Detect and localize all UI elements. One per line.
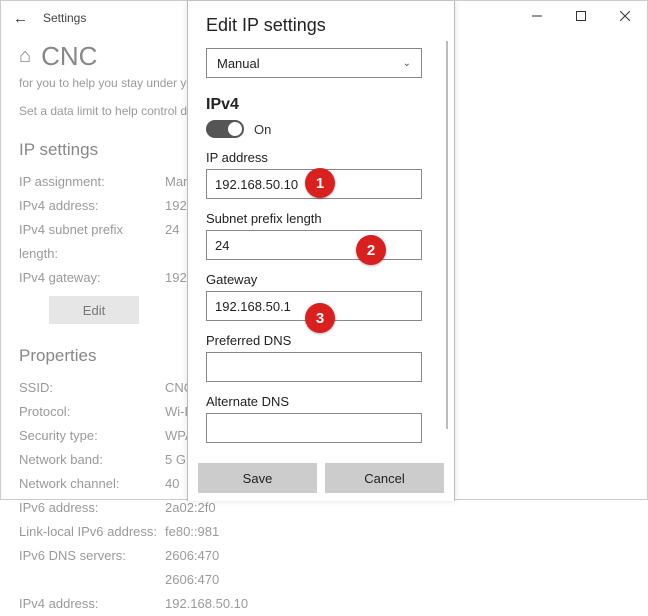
kv-key: IPv4 subnet prefix length: [19,218,165,266]
kv-value: 192.168.50.10 [165,592,248,616]
alternate-dns-input[interactable] [206,413,422,443]
annotation-marker-2: 2 [356,235,386,265]
annotation-marker-1: 1 [305,168,335,198]
kv-key: Network band: [19,448,165,472]
window-title: Settings [37,11,86,25]
cancel-button[interactable]: Cancel [325,463,444,493]
edit-button[interactable]: Edit [49,296,139,324]
home-icon: ⌂ [19,45,31,68]
alternate-dns-label: Alternate DNS [206,394,432,409]
kv-key: Network channel: [19,472,165,496]
ipv4-toggle[interactable] [206,120,244,138]
kv-row: IPv6 DNS servers:2606:470 [19,544,629,568]
toggle-state: On [254,122,271,137]
kv-value: 2606:470 [165,544,219,568]
back-icon[interactable]: ← [13,10,37,27]
kv-value: 24 [165,218,179,266]
kv-key: SSID: [19,376,165,400]
kv-key: IPv6 DNS servers: [19,544,165,568]
dialog-title: Edit IP settings [206,15,432,36]
subnet-label: Subnet prefix length [206,211,432,226]
kv-key: IPv4 gateway: [19,266,165,290]
kv-row: IPv4 address:192.168.50.10 [19,592,629,616]
kv-value: fe80::981 [165,520,219,544]
subnet-input[interactable] [206,230,422,260]
save-button[interactable]: Save [198,463,317,493]
scrollbar[interactable] [446,41,448,429]
gateway-label: Gateway [206,272,432,287]
kv-key: IP assignment: [19,170,165,194]
kv-row: 2606:470 [19,568,629,592]
mode-select[interactable]: Manual ⌄ [206,48,422,78]
ip-address-label: IP address [206,150,432,165]
preferred-dns-input[interactable] [206,352,422,382]
kv-key: IPv4 address: [19,194,165,218]
maximize-button[interactable] [559,1,603,31]
preferred-dns-label: Preferred DNS [206,333,432,348]
minimize-button[interactable] [515,1,559,31]
close-button[interactable] [603,1,647,31]
kv-key: Security type: [19,424,165,448]
annotation-marker-3: 3 [305,303,335,333]
kv-row: Link-local IPv6 address:fe80::981 [19,520,629,544]
kv-value: 40 [165,472,179,496]
kv-key: Link-local IPv6 address: [19,520,165,544]
edit-ip-dialog: Edit IP settings Manual ⌄ IPv4 On IP add… [187,1,455,501]
mode-value: Manual [217,56,260,71]
kv-value: 2606:470 [165,568,219,592]
kv-key: Protocol: [19,400,165,424]
kv-key [19,568,165,592]
chevron-down-icon: ⌄ [403,58,411,69]
kv-key: IPv4 address: [19,592,165,616]
window-controls [515,1,647,31]
page-title: CNC [41,41,97,72]
ipv4-label: IPv4 [206,96,432,114]
